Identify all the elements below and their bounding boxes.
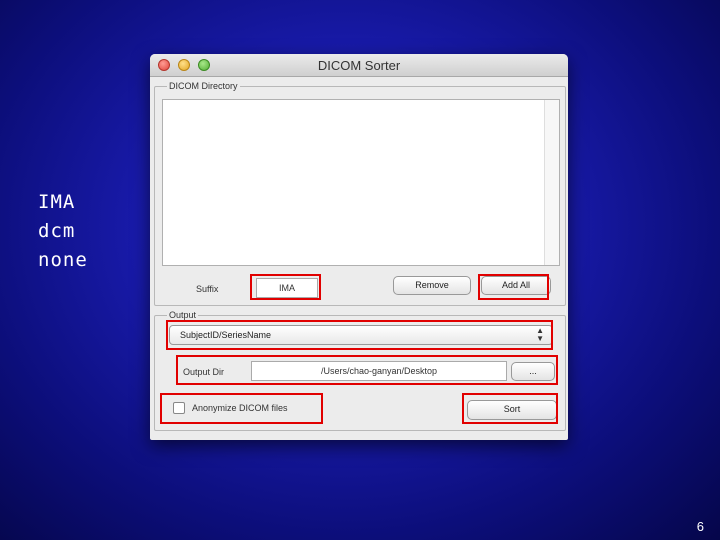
suffix-label: Suffix — [196, 284, 219, 294]
dicom-directory-list[interactable] — [162, 99, 560, 266]
remove-button[interactable]: Remove — [393, 276, 471, 295]
dicom-directory-label: DICOM Directory — [167, 80, 240, 92]
dicom-directory-group: DICOM Directory Suffix IMA Remove Add Al… — [154, 80, 566, 306]
list-scrollbar[interactable] — [544, 100, 559, 265]
naming-scheme-highlight-box — [166, 320, 553, 350]
side-line-none: none — [38, 249, 88, 271]
output-dir-highlight-box — [176, 355, 558, 385]
slide-page-number: 6 — [696, 519, 704, 534]
suffix-options-text: IMA dcm none — [38, 188, 88, 275]
side-line-ima: IMA — [38, 191, 76, 213]
anonymize-highlight-box — [160, 393, 323, 424]
sort-highlight-box — [462, 393, 558, 424]
side-line-dcm: dcm — [38, 220, 76, 242]
suffix-highlight-box — [250, 274, 321, 300]
add-all-highlight-box — [478, 274, 549, 300]
title-bar: DICOM Sorter — [150, 54, 568, 77]
window-title: DICOM Sorter — [317, 58, 401, 73]
